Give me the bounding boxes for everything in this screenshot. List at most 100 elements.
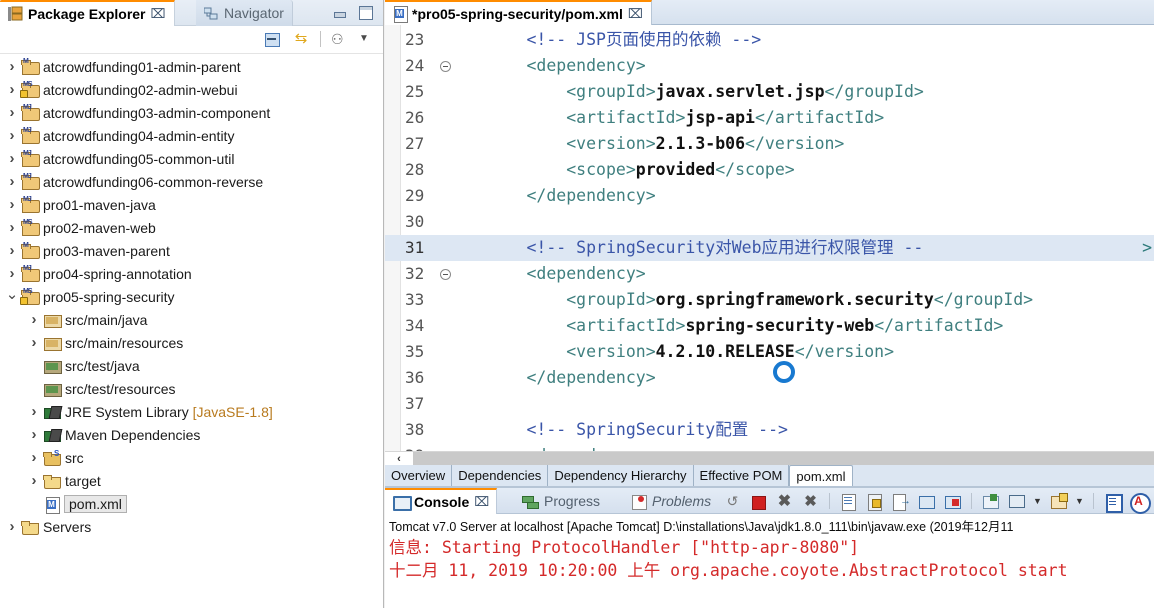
code-line-27[interactable]: 27 <version>2.1.3-b06</version> <box>385 131 1154 157</box>
collapse-all-icon[interactable] <box>264 30 282 48</box>
code-line-31[interactable]: 31 <!-- SpringSecurity对Web应用进行权限管理 -- > <box>385 235 1154 261</box>
chevron-right-icon[interactable] <box>4 104 20 121</box>
tab-navigator[interactable]: Navigator <box>196 0 293 26</box>
chevron-right-icon[interactable] <box>4 58 20 75</box>
tree-item-maven-dependencies[interactable]: Maven Dependencies <box>0 423 383 446</box>
project-tree[interactable]: Matcrowdfunding01-admin-parentMSatcrowdf… <box>0 55 383 608</box>
minimize-icon[interactable] <box>333 6 347 20</box>
chevron-right-icon[interactable] <box>4 173 20 190</box>
tab-progress[interactable]: Progress <box>515 488 607 514</box>
code-line-25[interactable]: 25 <groupId>javax.servlet.jsp</groupId> <box>385 79 1154 105</box>
clear-console-icon[interactable] <box>839 492 858 511</box>
view-menu-icon[interactable] <box>1103 492 1123 513</box>
tree-item-target[interactable]: target <box>0 469 383 492</box>
tree-item-atcrowdfunding06-common-reverse[interactable]: MJ atcrowdfunding06-common-reverse <box>0 170 383 193</box>
close-icon[interactable]: ⌧ <box>151 6 166 22</box>
chevron-down-icon[interactable] <box>4 288 20 306</box>
form-tab-pom-xml[interactable]: pom.xml <box>789 465 853 486</box>
tab-problems[interactable]: Problems <box>623 488 718 514</box>
tree-item-src-main-java[interactable]: src/main/java <box>0 308 383 331</box>
pom-editor-form-tabs[interactable]: Overview Dependencies Dependency Hierarchy… <box>385 465 1154 487</box>
code-line-24[interactable]: 24 <dependency> <box>385 53 1154 79</box>
code-line-30[interactable]: 30 <box>385 209 1154 235</box>
chevron-right-icon[interactable] <box>4 81 20 98</box>
link-with-editor-icon[interactable]: ⇆ <box>292 30 310 48</box>
code-line-36[interactable]: 36 </dependency> <box>385 365 1154 391</box>
form-tab-overview[interactable]: Overview <box>385 465 453 486</box>
tree-item-atcrowdfunding05-common-util[interactable]: MJ atcrowdfunding05-common-util <box>0 147 383 170</box>
fold-collapse-icon[interactable] <box>440 61 451 72</box>
relaunch-icon[interactable]: ↺ <box>723 492 742 511</box>
maximize-icon[interactable] <box>359 6 373 20</box>
console-output-area[interactable]: Tomcat v7.0 Server at localhost [Apache … <box>385 514 1154 608</box>
chevron-right-icon[interactable] <box>4 265 20 282</box>
code-lines[interactable]: 23 <!-- JSP页面使用的依赖 --> 24 <dependency> 25 … <box>385 27 1154 465</box>
form-tab-dependency-hierarchy[interactable]: Dependency Hierarchy <box>548 465 694 486</box>
form-tab-effective-pom[interactable]: Effective POM <box>693 465 790 486</box>
open-console-icon[interactable] <box>1049 492 1068 511</box>
tree-item-src-main-resources[interactable]: src/main/resources <box>0 331 383 354</box>
word-wrap-icon[interactable] <box>891 492 911 511</box>
tab-package-explorer[interactable]: Package Explorer ⌧ <box>0 0 175 26</box>
show-console-on-error-icon[interactable] <box>943 492 962 511</box>
tree-item-jre-system-library[interactable]: JRE System Library [JavaSE-1.8] <box>0 400 383 423</box>
code-line-28[interactable]: 28 <scope>provided</scope> <box>385 157 1154 183</box>
tree-item-src-test-resources[interactable]: src/test/resources <box>0 377 383 400</box>
tree-item-pro04-spring-annotation[interactable]: MJ pro04-spring-annotation <box>0 262 383 285</box>
code-line-26[interactable]: 26 <artifactId>jsp-api</artifactId> <box>385 105 1154 131</box>
tree-item-atcrowdfunding01-admin-parent[interactable]: Matcrowdfunding01-admin-parent <box>0 55 383 78</box>
xml-source-editor[interactable]: 23 <!-- JSP页面使用的依赖 --> 24 <dependency> 25 … <box>385 25 1154 465</box>
remove-launch-icon[interactable]: ✖ <box>775 492 794 511</box>
chevron-right-icon[interactable] <box>4 242 20 259</box>
scroll-lock-icon[interactable] <box>865 492 884 511</box>
tree-item-pro03-maven-parent[interactable]: Mpro03-maven-parent <box>0 239 383 262</box>
tab-console[interactable]: Console ⌧ <box>385 488 498 514</box>
scroll-left-button[interactable]: ‹ <box>385 451 413 465</box>
chevron-right-icon[interactable] <box>26 449 42 466</box>
chevron-right-icon[interactable] <box>4 219 20 236</box>
close-icon[interactable]: ⌧ <box>474 494 489 510</box>
display-selected-console-icon[interactable] <box>1007 492 1026 511</box>
code-line-33[interactable]: 33 <groupId>org.springframework.security… <box>385 287 1154 313</box>
show-console-on-output-icon[interactable] <box>917 492 936 511</box>
tree-item-servers[interactable]: Servers <box>0 515 383 538</box>
chevron-right-icon[interactable] <box>26 311 42 328</box>
fold-collapse-icon[interactable] <box>440 269 451 280</box>
chevron-right-icon[interactable] <box>26 403 42 420</box>
view-menu-dots-icon[interactable]: ⚇ <box>331 30 349 48</box>
chevron-right-icon[interactable] <box>26 334 42 351</box>
code-line-38[interactable]: 38 <!-- SpringSecurity配置 --> <box>385 417 1154 443</box>
code-line-29[interactable]: 29 </dependency> <box>385 183 1154 209</box>
code-line-34[interactable]: 34 <artifactId>spring-security-web</arti… <box>385 313 1154 339</box>
chevron-right-icon[interactable] <box>4 518 20 535</box>
close-icon[interactable]: ⌧ <box>628 6 643 22</box>
tree-item-pro05-spring-security[interactable]: MS pro05-spring-security <box>0 285 383 308</box>
pin-console-icon[interactable] <box>981 492 1000 511</box>
code-line-32[interactable]: 32 <dependency> <box>385 261 1154 287</box>
tree-item-atcrowdfunding04-admin-entity[interactable]: MJ atcrowdfunding04-admin-entity <box>0 124 383 147</box>
code-line-23[interactable]: 23 <!-- JSP页面使用的依赖 --> <box>385 27 1154 53</box>
tree-item-pom-xml[interactable]: pom.xml <box>0 492 383 515</box>
editor-horizontal-scrollbar[interactable]: ‹ <box>385 451 1154 465</box>
tree-item-atcrowdfunding02-admin-webui[interactable]: MS atcrowdfunding02-admin-webui <box>0 78 383 101</box>
form-tab-dependencies[interactable]: Dependencies <box>452 465 549 486</box>
tree-item-src[interactable]: Ssrc <box>0 446 383 469</box>
tree-item-atcrowdfunding03-admin-component[interactable]: MJ atcrowdfunding03-admin-component <box>0 101 383 124</box>
tab-pom-xml-editor[interactable]: *pro05-spring-security/pom.xml ⌧ <box>385 0 652 25</box>
code-line-37[interactable]: 37 <box>385 391 1154 417</box>
view-menu-chevron-icon[interactable]: ▼ <box>359 30 377 48</box>
code-line-35[interactable]: 35 <version>4.2.10.RELEASE</version> <box>385 339 1154 365</box>
terminate-icon[interactable] <box>749 492 768 511</box>
chevron-right-icon[interactable] <box>26 472 42 489</box>
chevron-right-icon[interactable] <box>4 150 20 167</box>
tree-item-pro02-maven-web[interactable]: MS pro02-maven-web <box>0 216 383 239</box>
remove-all-terminated-icon[interactable]: ✖ <box>801 492 820 511</box>
scroll-track[interactable] <box>413 451 1154 465</box>
display-console-dropdown-icon[interactable]: ▼ <box>1033 492 1042 511</box>
tree-item-pro01-maven-java[interactable]: MJ pro01-maven-java <box>0 193 383 216</box>
open-console-dropdown-icon[interactable]: ▼ <box>1075 492 1084 511</box>
chevron-right-icon[interactable] <box>4 127 20 144</box>
chevron-right-icon[interactable] <box>26 426 42 443</box>
tree-item-src-test-java[interactable]: src/test/java <box>0 354 383 377</box>
chevron-right-icon[interactable] <box>4 196 20 213</box>
